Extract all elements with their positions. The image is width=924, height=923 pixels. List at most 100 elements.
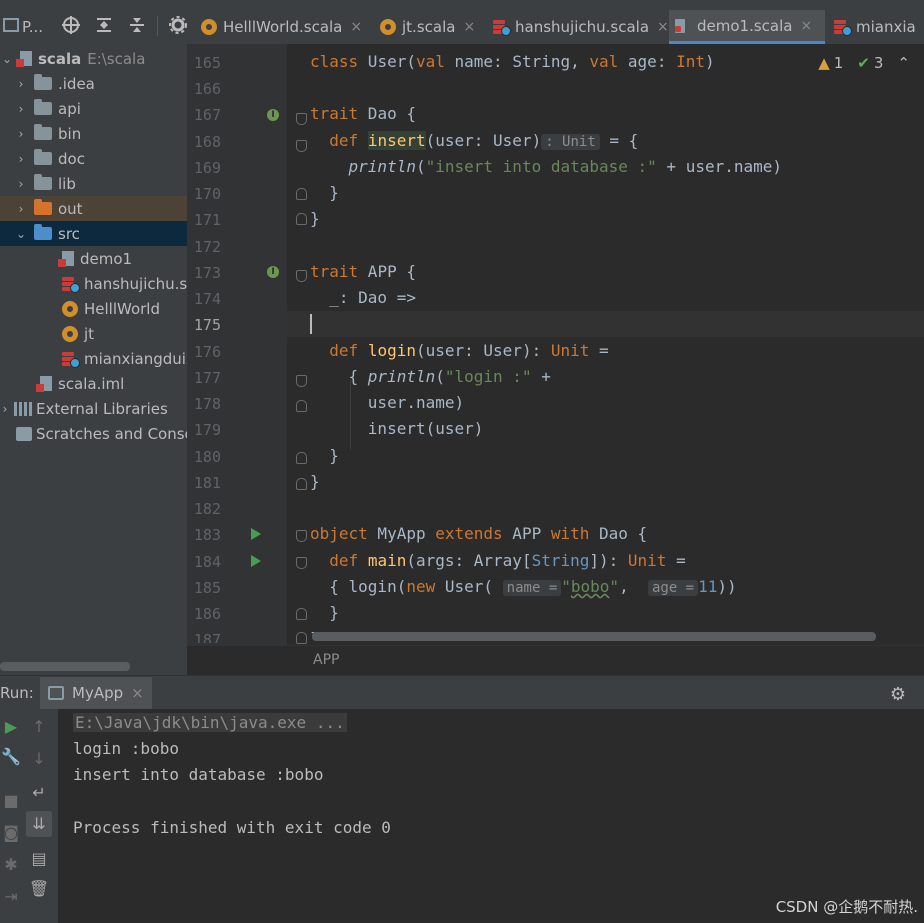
tree-item-lib[interactable]: › lib <box>14 171 76 196</box>
tree-item-label: .idea <box>58 74 95 93</box>
tree-item-helllworld[interactable]: HelllWorld <box>62 296 160 321</box>
run-tab-myapp[interactable]: MyApp × <box>40 677 152 709</box>
code-line: } <box>310 603 339 622</box>
trash-icon[interactable]: 🗑 <box>28 879 50 898</box>
tree-item-mianxiangduix[interactable]: mianxiangduix <box>62 346 187 371</box>
fold-marker-icon[interactable] <box>296 632 307 644</box>
project-panel-label[interactable]: P... <box>22 18 43 36</box>
collapse-all-icon[interactable] <box>126 14 148 36</box>
chevron-right-icon: › <box>18 126 24 141</box>
tree-item-label: lib <box>58 174 76 193</box>
tree-item-api[interactable]: › api <box>14 96 81 121</box>
arrow-up-icon[interactable]: ↑ <box>28 717 50 736</box>
rerun-icon[interactable]: ▶ <box>0 717 22 736</box>
tree-item-doc[interactable]: › doc <box>14 146 85 171</box>
locate-icon[interactable] <box>60 14 82 36</box>
text-caret <box>310 314 312 334</box>
fold-marker-icon[interactable] <box>296 608 307 620</box>
chevron-down-icon: ⌄ <box>15 226 27 241</box>
code-line: _: Dao => <box>310 288 416 307</box>
tab-helllworld[interactable]: HelllWorld.scala × <box>195 10 362 44</box>
fold-marker-icon[interactable] <box>296 113 307 125</box>
line-number: 184 <box>193 553 221 571</box>
inspection-indicators[interactable]: ▲ 1 ✔ 3 ⌃ <box>818 54 910 72</box>
console-command-line[interactable]: E:\Java\jdk\bin\java.exe ... <box>73 713 347 732</box>
breadcrumb[interactable]: APP <box>313 652 339 668</box>
tab-demo1[interactable]: demo1.scala × <box>669 10 825 44</box>
indent-guide <box>350 380 351 450</box>
tab-mianxia[interactable]: mianxia <box>828 10 916 44</box>
scala-object-icon <box>201 19 217 35</box>
camera-icon[interactable]: ◙ <box>0 823 22 842</box>
gear-icon[interactable] <box>167 14 189 36</box>
exit-icon[interactable]: ⇥ <box>0 887 22 906</box>
stop-icon[interactable]: ■ <box>0 791 22 810</box>
tree-item-bin[interactable]: › bin <box>14 121 81 146</box>
project-tree: ⌄ scala E:\scala › .idea › api › bin › doc ›… <box>0 44 187 675</box>
project-panel-icon[interactable] <box>0 14 22 36</box>
console-output-line: insert into database :bobo <box>73 765 324 784</box>
tree-item-hanshujichu[interactable]: hanshujichu.sc <box>62 271 187 296</box>
library-icon <box>14 401 32 416</box>
line-number: 173 <box>193 264 221 282</box>
fold-marker-icon[interactable] <box>296 270 307 282</box>
scroll-to-end-icon[interactable]: ⇊ <box>26 811 52 837</box>
warning-count: 1 <box>833 54 844 72</box>
run-console[interactable] <box>58 709 924 923</box>
tree-item-jt[interactable]: jt <box>62 321 94 346</box>
implemented-icon[interactable]: I <box>267 266 279 278</box>
run-gutter-icon[interactable] <box>251 528 261 540</box>
fold-marker-icon[interactable] <box>296 530 307 542</box>
folder-icon <box>34 124 52 140</box>
soft-wrap-icon[interactable]: ↵ <box>28 783 50 802</box>
arrow-down-icon[interactable]: ↓ <box>28 749 50 768</box>
fold-marker-icon[interactable] <box>296 375 307 387</box>
line-number: 181 <box>193 474 221 492</box>
code-line: println("insert into database :" + user.… <box>348 157 783 176</box>
print-icon[interactable]: ▤ <box>28 849 50 868</box>
fold-marker-icon[interactable] <box>296 478 307 490</box>
tab-label: mianxia <box>856 18 916 36</box>
wrench-icon[interactable]: 🔧 <box>0 747 22 766</box>
tree-item-out[interactable]: › out <box>0 196 187 221</box>
fold-marker-icon[interactable] <box>296 557 307 569</box>
tree-item-scratches[interactable]: Scratches and Consc <box>16 421 187 446</box>
line-number: 187 <box>193 631 221 643</box>
line-number: 179 <box>193 421 221 439</box>
tab-jt[interactable]: jt.scala × <box>374 10 475 44</box>
tree-item-external-libraries[interactable]: › External Libraries <box>0 396 168 421</box>
editor-horizontal-scrollbar[interactable] <box>312 632 876 641</box>
gear-icon[interactable]: ⚙ <box>890 684 906 705</box>
tree-root-scala[interactable]: ⌄ scala E:\scala <box>0 46 187 71</box>
tab-hanshujichu[interactable]: hanshujichu.scala × <box>487 10 669 44</box>
tree-item-label: demo1 <box>80 249 133 268</box>
close-icon[interactable]: × <box>463 19 475 35</box>
run-gutter-icon[interactable] <box>251 555 261 567</box>
fold-marker-icon[interactable] <box>296 140 307 152</box>
inlay-hint: : Unit <box>541 134 600 150</box>
fold-marker-icon[interactable] <box>296 400 307 412</box>
expand-all-icon[interactable] <box>93 14 115 36</box>
tree-item-scala-iml[interactable]: scala.iml <box>36 371 124 396</box>
chevron-right-icon: › <box>18 151 24 166</box>
tab-label: HelllWorld.scala <box>223 18 343 36</box>
editor-toolbar: P... HelllWorld.scala × jt.scala × hansh… <box>0 0 924 44</box>
close-icon[interactable]: × <box>657 19 669 35</box>
tree-item-demo1[interactable]: demo1 <box>58 246 133 271</box>
fold-marker-icon[interactable] <box>296 452 307 464</box>
close-icon[interactable]: × <box>131 684 144 702</box>
ok-count: 3 <box>873 54 884 72</box>
line-number: 186 <box>193 605 221 623</box>
tree-item-src[interactable]: ⌄ src <box>0 221 187 246</box>
fold-marker-icon[interactable] <box>296 213 307 225</box>
tree-item-idea[interactable]: › .idea <box>14 71 95 96</box>
code-line: insert(user) <box>310 419 484 438</box>
close-icon[interactable]: × <box>350 19 362 35</box>
settings-icon[interactable]: ✱ <box>0 855 22 874</box>
chevron-up-icon[interactable]: ⌃ <box>897 54 910 72</box>
fold-marker-icon[interactable] <box>296 188 307 200</box>
implemented-icon[interactable]: I <box>267 109 279 121</box>
close-icon[interactable]: × <box>800 18 812 34</box>
folder-icon <box>34 149 52 165</box>
tree-scrollbar[interactable] <box>0 662 130 671</box>
